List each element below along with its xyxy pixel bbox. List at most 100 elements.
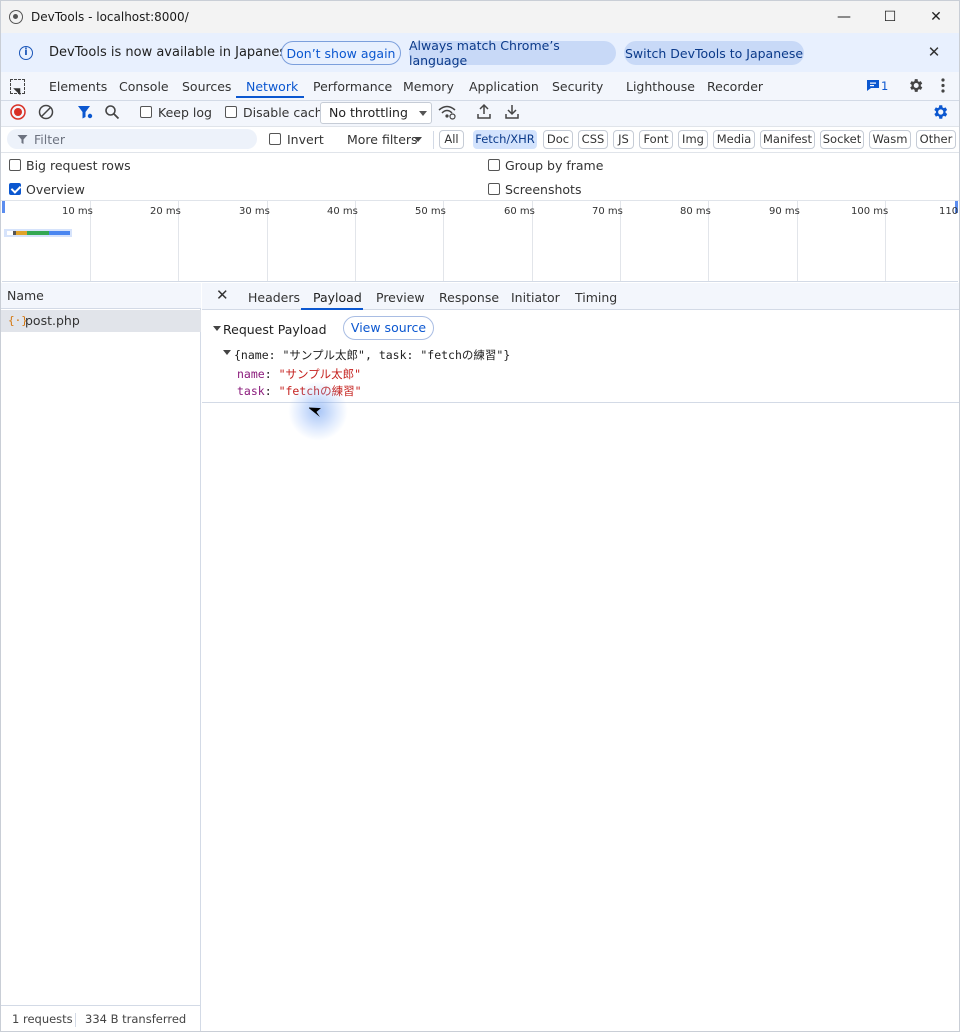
issues-count[interactable]: 1 [881,79,888,93]
filter-chip-fetch-xhr[interactable]: Fetch/XHR [473,130,537,149]
tab-console[interactable]: Console [119,79,169,94]
timeline-tick-label: 10 ms [62,206,93,217]
filter-input[interactable]: Filter [7,129,257,149]
keep-log-label: Keep log [158,105,212,120]
overview-label: Overview [26,182,85,197]
tab-elements[interactable]: Elements [49,79,107,94]
tab-memory[interactable]: Memory [403,79,454,94]
disable-cache-label: Disable cache [243,105,331,120]
filter-chip-media[interactable]: Media [713,130,755,149]
tab-performance[interactable]: Performance [313,79,392,94]
search-icon[interactable] [104,104,120,120]
filter-chip-js[interactable]: JS [613,130,634,149]
throttling-select[interactable]: No throttling [320,102,432,124]
invert-label: Invert [287,132,324,147]
dont-show-again-button[interactable]: Don’t show again [281,41,401,65]
detail-tab-bar: ✕ Headers Payload Preview Response Initi… [202,283,959,310]
disable-cache-checkbox[interactable] [225,106,237,118]
filter-chip-css[interactable]: CSS [578,130,608,149]
maximize-button[interactable]: ☐ [867,1,913,33]
timeline-tick-label: 60 ms [504,206,535,217]
request-name: post.php [25,313,80,328]
view-source-button[interactable]: View source [343,316,434,340]
options-rows [1,153,959,201]
close-window-button[interactable]: ✕ [913,1,959,33]
tab-headers[interactable]: Headers [248,290,300,305]
tab-initiator[interactable]: Initiator [511,290,560,305]
request-bar-waiting [27,231,49,235]
overview-left-handle[interactable] [2,201,5,213]
title-bar: DevTools - localhost:8000/ [1,1,959,33]
info-icon: i [19,45,33,60]
payload-field: name: "サンプル太郎" [237,367,362,381]
name-column-header[interactable]: Name [1,283,201,309]
active-detail-tab-indicator [301,308,363,310]
keep-log-checkbox[interactable] [140,106,152,118]
payload-expand-icon[interactable] [223,350,231,355]
request-bar-connect [16,231,27,235]
filter-funnel-icon [17,135,28,144]
tab-timing[interactable]: Timing [575,290,617,305]
settings-gear-icon[interactable] [907,77,924,94]
filter-chip-other[interactable]: Other [916,130,956,149]
more-options-icon[interactable] [938,77,948,94]
timeline-tick-label: 100 ms [851,206,889,217]
tab-network[interactable]: Network [246,79,298,94]
payload-summary[interactable]: {name: "サンプル太郎", task: "fetchの練習"} [234,347,510,363]
tab-response[interactable]: Response [439,290,499,305]
big-request-rows-checkbox[interactable] [9,159,21,171]
section-title[interactable]: Request Payload [223,322,327,337]
filter-chip-doc[interactable]: Doc [543,130,573,149]
network-settings-icon[interactable] [931,103,949,121]
switch-to-japanese-button[interactable]: Switch DevTools to Japanese [624,41,804,65]
minimize-button[interactable]: — [821,1,867,33]
filter-icon[interactable] [77,104,93,120]
import-har-icon[interactable] [476,103,492,120]
more-filters-chevron-icon[interactable] [414,137,422,142]
tab-recorder[interactable]: Recorder [707,79,763,94]
more-filters-dropdown[interactable]: More filters [347,132,418,147]
timeline-tick-label: 80 ms [680,206,711,217]
always-match-language-button[interactable]: Always match Chrome’s language [409,38,616,68]
timeline-tick-label: 30 ms [239,206,270,217]
big-request-rows-label: Big request rows [26,158,131,173]
inspect-element-icon[interactable] [10,79,25,94]
screenshots-label: Screenshots [505,182,582,197]
status-divider [75,1013,76,1027]
issues-icon[interactable] [866,79,880,92]
devtools-app-icon [9,10,23,24]
overview-checkbox[interactable] [9,183,21,195]
infobar-message: DevTools is now available in Japanese [49,45,295,60]
filter-chip-wasm[interactable]: Wasm [869,130,911,149]
network-overview-timeline[interactable]: 10 ms 20 ms 30 ms 40 ms 50 ms 60 ms 70 m… [2,201,958,282]
filter-chip-font[interactable]: Font [639,130,673,149]
filter-chip-all[interactable]: All [439,130,464,149]
clear-log-icon[interactable] [38,104,54,120]
screenshots-checkbox[interactable] [488,183,500,195]
export-har-icon[interactable] [504,103,520,120]
tab-sources[interactable]: Sources [182,79,231,94]
request-row[interactable]: {·} post.php [1,310,201,332]
network-conditions-icon[interactable] [438,104,456,120]
chevron-down-icon [419,111,427,116]
timeline-tick-label: 110 [939,206,959,217]
tab-payload[interactable]: Payload [313,290,362,305]
filter-placeholder: Filter [34,132,65,147]
close-detail-icon[interactable]: ✕ [216,286,229,304]
invert-checkbox[interactable] [269,133,281,145]
window-title: DevTools - localhost:8000/ [31,10,189,24]
tab-security[interactable]: Security [552,79,603,94]
tab-preview[interactable]: Preview [376,290,425,305]
payload-value: "サンプル太郎" [278,367,362,381]
infobar-close-icon[interactable]: ✕ [925,43,943,61]
tab-application[interactable]: Application [469,79,539,94]
filter-chip-manifest[interactable]: Manifest [760,130,815,149]
group-by-frame-checkbox[interactable] [488,159,500,171]
transferred-size: 334 B transferred [85,1012,187,1026]
timeline-tick-label: 90 ms [769,206,800,217]
tab-lighthouse[interactable]: Lighthouse [626,79,695,94]
filter-chip-img[interactable]: Img [678,130,708,149]
filter-chip-socket[interactable]: Socket [820,130,864,149]
section-expand-icon[interactable] [213,326,221,331]
stop-recording-icon[interactable] [10,104,26,120]
